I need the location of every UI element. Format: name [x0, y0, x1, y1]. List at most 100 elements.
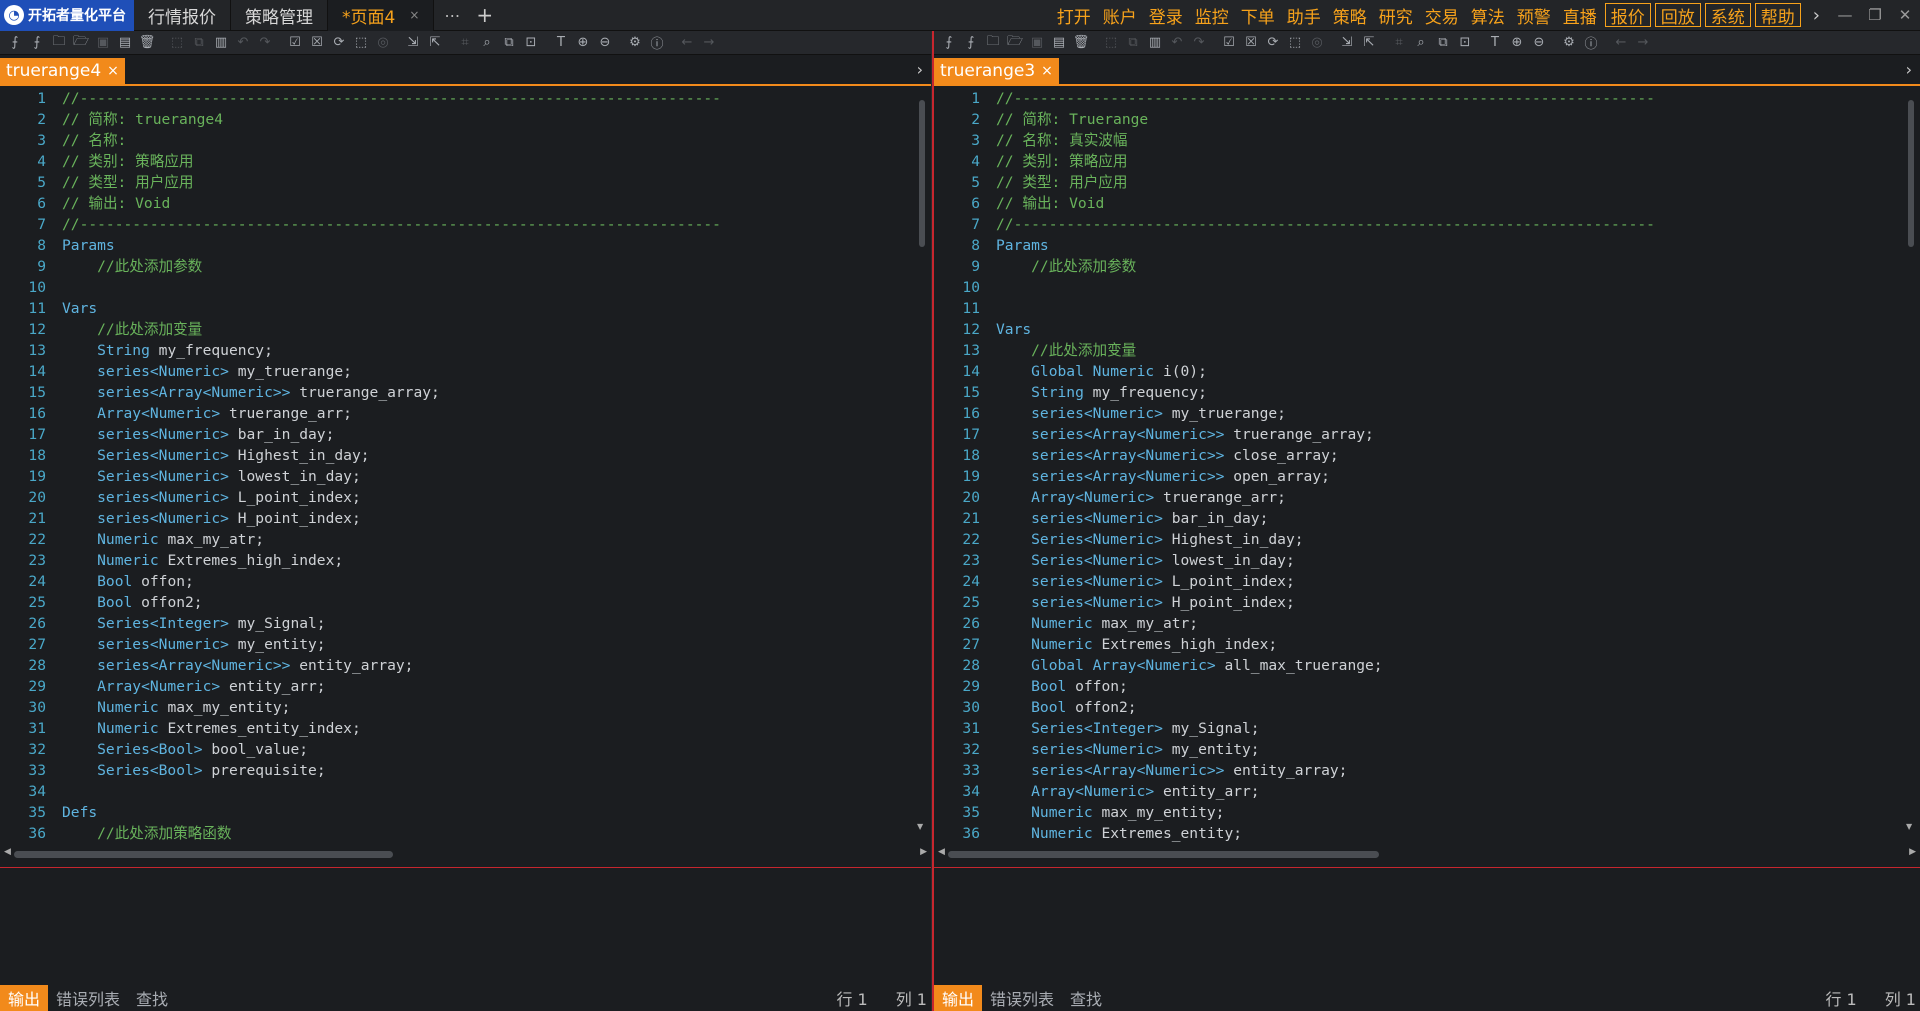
code-line[interactable]: 30 Bool offon2;	[934, 697, 1920, 718]
tab-find[interactable]: 查找	[1062, 985, 1110, 1011]
code-line[interactable]: 32 series<Numeric> my_entity;	[934, 739, 1920, 760]
menu-item[interactable]: 报价	[1604, 3, 1651, 28]
menu-item[interactable]: 研究	[1373, 0, 1419, 31]
zoom-in-icon[interactable]: ⊕	[1506, 33, 1528, 53]
code-line[interactable]: 10	[0, 277, 931, 298]
code-line[interactable]: 26 Numeric max_my_atr;	[934, 613, 1920, 634]
code-line[interactable]: 33 series<Array<Numeric>> entity_array;	[934, 760, 1920, 781]
app-logo[interactable]: ◔ 开拓者量化平台	[0, 0, 134, 31]
target-icon[interactable]: ◎	[372, 33, 394, 53]
code-line[interactable]: 25 series<Numeric> H_point_index;	[934, 592, 1920, 613]
code-line[interactable]: 24 Bool offon;	[0, 571, 931, 592]
settings-icon[interactable]: ⚙	[1558, 33, 1580, 53]
code-line[interactable]: 17 series<Numeric> bar_in_day;	[0, 424, 931, 445]
search-icon[interactable]: ⌕	[476, 33, 498, 53]
tab-strategy-management[interactable]: 策略管理	[231, 0, 328, 31]
code-line[interactable]: 16 series<Numeric> my_truerange;	[934, 403, 1920, 424]
tab-error-list[interactable]: 错误列表	[48, 985, 128, 1011]
search-icon[interactable]: ⌕	[1410, 33, 1432, 53]
zoom-out-icon[interactable]: ⊖	[594, 33, 616, 53]
chevron-right-icon[interactable]: ›	[1906, 60, 1912, 79]
back-arrow-icon[interactable]: ←	[1610, 33, 1632, 53]
code-line[interactable]: 32 Series<Bool> bool_value;	[0, 739, 931, 760]
code-line[interactable]: 7 //-------------------------------------…	[934, 214, 1920, 235]
code-line[interactable]: 9 //此处添加参数	[934, 256, 1920, 277]
compile-icon[interactable]: ☒	[306, 33, 328, 53]
redo-icon[interactable]: ↷	[254, 33, 276, 53]
new-file-icon[interactable]: ⨍	[938, 33, 960, 53]
tab-output[interactable]: 输出	[934, 985, 983, 1011]
menu-item[interactable]: 帮助	[1754, 3, 1801, 28]
save-all-icon[interactable]: ▤	[114, 33, 136, 53]
check-icon[interactable]: ☑	[284, 33, 306, 53]
crop-icon[interactable]: ⌗	[1388, 33, 1410, 53]
replace-icon[interactable]: ⧉	[498, 33, 520, 53]
tab-market-quotes[interactable]: 行情报价	[134, 0, 231, 31]
code-line[interactable]: 27 Numeric Extremes_high_index;	[934, 634, 1920, 655]
cut-icon[interactable]: ⬚	[166, 33, 188, 53]
code-line[interactable]: 18 Series<Numeric> Highest_in_day;	[0, 445, 931, 466]
code-line[interactable]: 1 //-------------------------------------…	[0, 88, 931, 109]
code-line[interactable]: 36 Numeric Extremes_entity;	[934, 823, 1920, 844]
menu-item[interactable]: 算法	[1465, 0, 1511, 31]
menu-item[interactable]: 助手	[1281, 0, 1327, 31]
code-line[interactable]: 4 // 类别: 策略应用	[0, 151, 931, 172]
menu-item[interactable]: 交易	[1419, 0, 1465, 31]
code-line[interactable]: 21 series<Numeric> H_point_index;	[0, 508, 931, 529]
menu-item[interactable]: 账户	[1097, 0, 1143, 31]
code-line[interactable]: 23 Series<Numeric> lowest_in_day;	[934, 550, 1920, 571]
more-tabs-icon[interactable]: ⋯	[434, 6, 470, 25]
code-line[interactable]: 16 Array<Numeric> truerange_arr;	[0, 403, 931, 424]
new-file-plus-icon[interactable]: ⨍	[960, 33, 982, 53]
code-line[interactable]: 36 //此处添加策略函数	[0, 823, 931, 844]
menu-item[interactable]: 回放	[1654, 3, 1701, 28]
menu-item[interactable]: 系统	[1704, 3, 1751, 28]
text-icon[interactable]: T	[550, 33, 572, 53]
open-file-icon[interactable]: 🗁	[1004, 33, 1026, 53]
delete-icon[interactable]: 🗑	[136, 33, 158, 53]
menu-item[interactable]: 直播	[1557, 0, 1603, 31]
code-line[interactable]: 1 //-------------------------------------…	[934, 88, 1920, 109]
text-icon[interactable]: T	[1484, 33, 1506, 53]
menu-item[interactable]: 预警	[1511, 0, 1557, 31]
add-tab-icon[interactable]: +	[470, 3, 499, 27]
check-icon[interactable]: ☑	[1218, 33, 1240, 53]
replace-icon[interactable]: ⧉	[1432, 33, 1454, 53]
file-tab-truerange3[interactable]: truerange3 ×	[934, 58, 1059, 84]
open-file-icon[interactable]: 🗁	[70, 33, 92, 53]
find-file-icon[interactable]: ⊡	[1454, 33, 1476, 53]
forward-arrow-icon[interactable]: →	[698, 33, 720, 53]
code-line[interactable]: 9 //此处添加参数	[0, 256, 931, 277]
settings-icon[interactable]: ⚙	[624, 33, 646, 53]
code-line[interactable]: 13 //此处添加变量	[934, 340, 1920, 361]
code-line[interactable]: 3 // 名称:	[0, 130, 931, 151]
tab-error-list[interactable]: 错误列表	[982, 985, 1062, 1011]
import-icon[interactable]: ⇲	[402, 33, 424, 53]
code-line[interactable]: 25 Bool offon2;	[0, 592, 931, 613]
menu-item[interactable]: 登录	[1143, 0, 1189, 31]
tab-find[interactable]: 查找	[128, 985, 176, 1011]
minimize-icon[interactable]: —	[1830, 6, 1860, 24]
open-folder-icon[interactable]: 🗀	[982, 33, 1004, 53]
code-line[interactable]: 11	[934, 298, 1920, 319]
close-icon[interactable]: ×	[107, 63, 119, 79]
code-line[interactable]: 18 series<Array<Numeric>> close_array;	[934, 445, 1920, 466]
code-line[interactable]: 12 //此处添加变量	[0, 319, 931, 340]
chevron-right-icon[interactable]: ›	[1803, 5, 1830, 26]
code-line[interactable]: 34 Array<Numeric> entity_arr;	[934, 781, 1920, 802]
code-line[interactable]: 8 Params	[0, 235, 931, 256]
refresh-icon[interactable]: ⟳	[328, 33, 350, 53]
new-file-plus-icon[interactable]: ⨍	[26, 33, 48, 53]
code-line[interactable]: 21 series<Numeric> bar_in_day;	[934, 508, 1920, 529]
code-line[interactable]: 4 // 类别: 策略应用	[934, 151, 1920, 172]
code-line[interactable]: 14 series<Numeric> my_truerange;	[0, 361, 931, 382]
code-line[interactable]: 12 Vars	[934, 319, 1920, 340]
delete-icon[interactable]: 🗑	[1070, 33, 1092, 53]
code-editor[interactable]: ▼ 1//-----------------------------------…	[0, 88, 931, 844]
select-icon[interactable]: ⬚	[1284, 33, 1306, 53]
scroll-right-icon[interactable]: ▶	[1909, 847, 1916, 857]
code-line[interactable]: 24 series<Numeric> L_point_index;	[934, 571, 1920, 592]
horizontal-scrollbar[interactable]: ◀ ▶	[0, 847, 931, 861]
code-line[interactable]: 20 Array<Numeric> truerange_arr;	[934, 487, 1920, 508]
code-line[interactable]: 30 Numeric max_my_entity;	[0, 697, 931, 718]
